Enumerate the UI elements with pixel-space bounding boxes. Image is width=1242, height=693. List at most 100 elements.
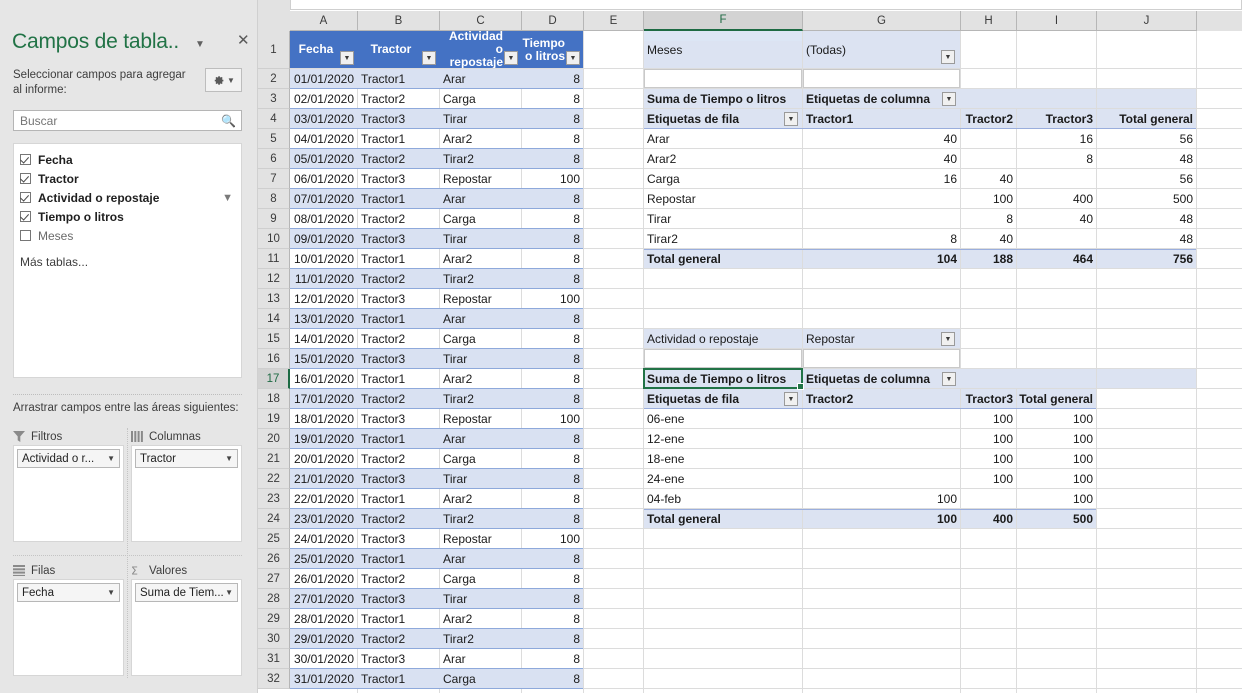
table-cell-tractor[interactable]: Tractor1 [358, 369, 439, 388]
pivot2-values-title[interactable]: Suma de Tiempo o litros [644, 369, 802, 388]
pivot2-value[interactable]: 100 [961, 409, 1016, 428]
column-header-j[interactable]: J [1097, 11, 1197, 31]
table-cell-tiempo[interactable]: 8 [522, 89, 583, 108]
row-header-21[interactable]: 21 [258, 449, 290, 469]
table-cell-tractor[interactable]: Tractor2 [358, 509, 439, 528]
table-cell-tiempo[interactable]: 8 [522, 609, 583, 628]
table-cell-actividad[interactable]: Tirar [440, 349, 521, 368]
table-cell-tiempo[interactable]: 8 [522, 489, 583, 508]
table-cell-tiempo[interactable]: 8 [522, 629, 583, 648]
checkbox-icon[interactable] [20, 211, 31, 222]
row-header-27[interactable]: 27 [258, 569, 290, 589]
table-cell-tiempo[interactable]: 8 [522, 669, 583, 688]
pivot2-row-label[interactable]: 18-ene [644, 449, 802, 468]
table-cell-fecha[interactable]: 24/01/2020 [290, 529, 357, 548]
pivot1-col-header-tractor2[interactable]: Tractor2 [961, 109, 1016, 128]
row-header-12[interactable]: 12 [258, 269, 290, 289]
table-cell-actividad[interactable]: Arar2 [440, 129, 521, 148]
pivot2-value[interactable] [803, 429, 960, 448]
pivot1-value[interactable]: 48 [1097, 229, 1196, 248]
row-header-28[interactable]: 28 [258, 589, 290, 609]
table-cell-actividad[interactable]: Arar [440, 649, 521, 668]
pivot2-total-label[interactable]: Total general [644, 509, 802, 528]
column-header-h[interactable]: H [961, 11, 1017, 31]
field-item-actividad-o-repostaje[interactable]: Actividad o repostaje ▼ [14, 188, 241, 207]
table-cell-fecha[interactable]: 05/01/2020 [290, 149, 357, 168]
pivot1-value[interactable]: 56 [1097, 129, 1196, 148]
row-header-30[interactable]: 30 [258, 629, 290, 649]
pivot2-total-value[interactable]: 100 [803, 509, 960, 528]
search-input[interactable] [18, 111, 216, 130]
table-cell-tiempo[interactable]: 100 [522, 289, 583, 308]
chevron-down-icon[interactable]: ▼ [225, 454, 233, 463]
column-header-g[interactable]: G [803, 11, 961, 31]
table-cell-fecha[interactable]: 19/01/2020 [290, 429, 357, 448]
table-cell-tractor[interactable]: Tractor3 [358, 409, 439, 428]
table-cell-fecha[interactable]: 12/01/2020 [290, 289, 357, 308]
formula-bar[interactable] [290, 0, 1242, 10]
table-cell-tractor[interactable]: Tractor3 [358, 649, 439, 668]
chevron-down-icon[interactable]: ▼ [107, 588, 115, 597]
table-cell-fecha[interactable]: 02/01/2020 [290, 89, 357, 108]
area-dropzone[interactable]: Suma de Tiem... ▼ [131, 579, 242, 676]
pivot1-row-label[interactable]: Tirar [644, 209, 802, 228]
table-cell-tractor[interactable]: Tractor2 [358, 329, 439, 348]
table-cell-tractor[interactable]: Tractor2 [358, 449, 439, 468]
tools-button[interactable]: ▼ [205, 68, 242, 92]
table-cell-actividad[interactable]: Arar2 [440, 609, 521, 628]
pivot1-value[interactable]: 56 [1097, 169, 1196, 188]
pivot1-col-header-tractor3[interactable]: Tractor3 [1017, 109, 1096, 128]
table-cell-tiempo[interactable]: 8 [522, 649, 583, 668]
table-cell-actividad[interactable]: Arar2 [440, 369, 521, 388]
table-cell-tiempo[interactable]: 8 [522, 229, 583, 248]
table-cell-fecha[interactable]: 01/01/2020 [290, 69, 357, 88]
table-cell-actividad[interactable]: Tirar2 [440, 629, 521, 648]
row-header-9[interactable]: 9 [258, 209, 290, 229]
table-cell-tiempo[interactable]: 8 [522, 309, 583, 328]
table-cell-actividad[interactable]: Tirar [440, 229, 521, 248]
pivot2-value[interactable] [961, 489, 1016, 508]
pivot2-row-labels-dropdown[interactable]: ▼ [784, 392, 798, 406]
table-cell-tiempo[interactable]: 8 [522, 149, 583, 168]
table-cell-actividad[interactable]: Tirar [440, 109, 521, 128]
pivot1-row-label[interactable]: Carga [644, 169, 802, 188]
table-cell-tractor[interactable]: Tractor2 [358, 629, 439, 648]
table-cell-tractor[interactable]: Tractor1 [358, 129, 439, 148]
checkbox-icon[interactable] [20, 173, 31, 184]
pivot1-value[interactable]: 500 [1097, 189, 1196, 208]
row-header-7[interactable]: 7 [258, 169, 290, 189]
pivot1-total-value[interactable]: 464 [1017, 249, 1096, 268]
row-header-5[interactable]: 5 [258, 129, 290, 149]
table-cell-fecha[interactable]: 28/01/2020 [290, 609, 357, 628]
table-cell-fecha[interactable]: 16/01/2020 [290, 369, 357, 388]
pivot2-value[interactable]: 100 [1017, 429, 1096, 448]
grid[interactable]: Fecha Tractor Actividad o repostaje Tiempo … [290, 31, 1242, 693]
table-cell-tiempo[interactable]: 8 [522, 69, 583, 88]
table-cell-tiempo[interactable]: 8 [522, 569, 583, 588]
table-cell-actividad[interactable]: Carga [440, 209, 521, 228]
table-cell-actividad[interactable]: Tirar2 [440, 389, 521, 408]
table-cell-actividad[interactable]: Tirar2 [440, 509, 521, 528]
pivot1-value[interactable]: 40 [803, 129, 960, 148]
table-cell-tractor[interactable]: Tractor2 [358, 149, 439, 168]
table-cell-tiempo[interactable]: 8 [522, 129, 583, 148]
row-header-6[interactable]: 6 [258, 149, 290, 169]
pivot1-filter-value[interactable]: (Todas) [803, 31, 960, 68]
table-cell-tiempo[interactable]: 8 [522, 249, 583, 268]
pivot1-value[interactable] [803, 189, 960, 208]
pivot1-total-value[interactable]: 756 [1097, 249, 1196, 268]
table-cell-tractor[interactable]: Tractor3 [358, 109, 439, 128]
table-cell-tiempo[interactable]: 8 [522, 449, 583, 468]
pivot1-value[interactable]: 40 [961, 229, 1016, 248]
pivot1-value[interactable]: 48 [1097, 149, 1196, 168]
table-cell-actividad[interactable]: Repostar [440, 169, 521, 188]
row-header-20[interactable]: 20 [258, 429, 290, 449]
table-cell-tractor[interactable]: Tractor1 [358, 309, 439, 328]
row-header-2[interactable]: 2 [258, 69, 290, 89]
table-cell-tractor[interactable]: Tractor1 [358, 669, 439, 688]
row-header-23[interactable]: 23 [258, 489, 290, 509]
pivot2-row-label[interactable]: 12-ene [644, 429, 802, 448]
pivot1-value[interactable] [1017, 169, 1096, 188]
row-header-11[interactable]: 11 [258, 249, 290, 269]
column-header-b[interactable]: B [358, 11, 440, 31]
